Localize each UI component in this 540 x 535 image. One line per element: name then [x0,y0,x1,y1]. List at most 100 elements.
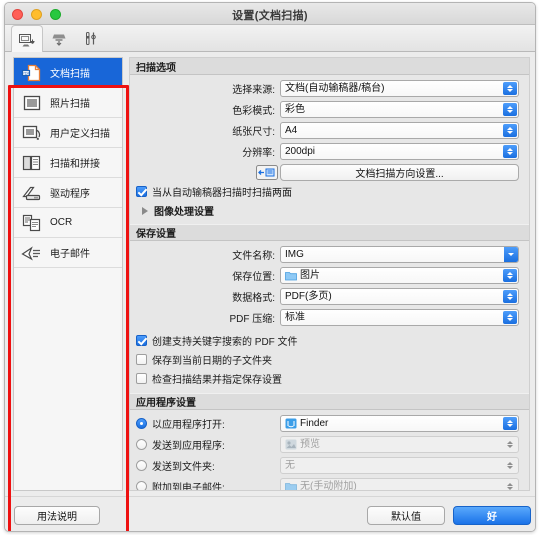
custom-scan-icon [19,122,45,144]
driver-icon [19,182,45,204]
send-to-folder-label: 发送到文件夹: [152,461,215,473]
color-mode-label: 色彩模式: [232,105,275,117]
pdf-compression-label: PDF 压缩: [229,313,275,325]
document-orientation-icon [254,164,280,180]
finder-icon [285,418,297,429]
dialog-footer: 用法说明 默认值 好 [5,496,535,531]
chevron-updown-icon [503,123,517,137]
sidebar-item-label: 照片扫描 [50,99,90,110]
printer-tab[interactable] [43,25,75,51]
sidebar-item-custom-scan[interactable]: 用户定义扫描 [14,118,122,148]
file-name-value: IMG [285,248,304,260]
sidebar-item-ocr[interactable]: OCR [14,208,122,238]
sidebar-item-label: OCR [50,217,73,228]
duplex-scan-checkbox-row[interactable]: 当从自动输稿器扫描时扫描两面 [130,184,529,199]
searchable-pdf-checkbox-row[interactable]: 创建支持关键字搜索的 PDF 文件 [130,333,529,348]
sidebar-item-photo-scan[interactable]: 照片扫描 [14,88,122,118]
chevron-updown-icon [503,438,517,451]
chevron-updown-icon [503,416,517,430]
save-location-dropdown[interactable]: 图片 [280,266,519,284]
file-name-input[interactable]: IMG [280,245,519,263]
attach-to-email-row: 附加到电子邮件: 无(手动附加) [130,477,529,491]
paper-size-dropdown[interactable]: A4 [280,121,519,139]
ok-button[interactable]: 好 [453,506,531,525]
date-subfolder-checkbox[interactable] [136,354,147,365]
category-sidebar[interactable]: PDF 文档扫描 照片扫描 用户定义扫描 扫描和拼接 驱动程序 OCR 电子邮件 [13,57,123,491]
file-name-label: 文件名称: [232,250,275,262]
date-subfolder-label: 保存到当前日期的子文件夹 [152,356,272,367]
document-scan-icon: PDF [19,62,45,84]
chevron-updown-icon [503,102,517,116]
send-to-folder-radio[interactable] [136,459,147,471]
application-settings-rows: 以应用程序打开: Finder 发送到应用程序: 预览 发送到文件夹: 无 附加… [130,410,529,491]
sidebar-item-scan-and-stitch[interactable]: 扫描和拼接 [14,148,122,178]
document-orientation-button[interactable]: 文档扫描方向设置... [280,163,519,181]
file-name-row: 文件名称: IMG [130,245,529,263]
attach-to-email-radio[interactable] [136,480,147,490]
resolution-dropdown[interactable]: 200dpi [280,142,519,160]
data-format-dropdown[interactable]: PDF(多页) [280,287,519,305]
attach-to-email-label: 附加到电子邮件: [152,482,225,491]
duplex-scan-checkbox[interactable] [136,186,147,197]
help-button[interactable]: 用法说明 [14,506,100,525]
open-with-app-radio-wrap[interactable]: 以应用程序打开: [130,416,280,431]
check-results-checkbox[interactable] [136,373,147,384]
save-location-label: 保存位置: [232,271,275,283]
sidebar-item-document-scan[interactable]: PDF 文档扫描 [14,58,122,88]
defaults-button[interactable]: 默认值 [367,506,445,525]
chevron-updown-icon [503,310,517,324]
sidebar-item-driver[interactable]: 驱动程序 [14,178,122,208]
folder-blue-icon [285,481,297,490]
sidebar-item-email[interactable]: 电子邮件 [14,238,122,268]
duplex-scan-label: 当从自动输稿器扫描时扫描两面 [152,188,292,199]
window-body: PDF 文档扫描 照片扫描 用户定义扫描 扫描和拼接 驱动程序 OCR 电子邮件… [5,52,535,531]
resolution-row: 分辨率: 200dpi [130,142,529,160]
tools-tab[interactable] [75,25,107,51]
sidebar-item-label: 电子邮件 [50,249,90,260]
send-to-folder-dropdown[interactable]: 无 [280,456,519,474]
check-results-label: 检查扫描结果并指定保存设置 [152,375,282,386]
scan-settings-tab[interactable] [11,25,43,52]
data-format-value: PDF(多页) [285,290,332,302]
open-with-app-dropdown[interactable]: Finder [280,414,519,432]
resolution-label: 分辨率: [242,147,275,159]
sidebar-item-label: 文档扫描 [50,69,90,80]
chevron-updown-icon [503,480,517,491]
select-source-label: 选择来源: [232,84,275,96]
send-to-app-dropdown[interactable]: 预览 [280,435,519,453]
attach-to-email-dropdown[interactable]: 无(手动附加) [280,477,519,491]
select-source-dropdown[interactable]: 文档(自动输稿器/稿台) [280,79,519,97]
send-to-folder-radio-wrap[interactable]: 发送到文件夹: [130,458,280,473]
save-settings-rows: 文件名称: IMG 保存位置: 图片 数据格式: PDF(多页) PDF 压缩:… [130,241,529,393]
open-with-app-radio[interactable] [136,417,147,429]
send-to-app-label: 发送到应用程序: [152,440,225,452]
check-results-checkbox-row[interactable]: 检查扫描结果并指定保存设置 [130,371,529,386]
resolution-value: 200dpi [285,145,316,157]
send-to-app-radio[interactable] [136,438,147,450]
send-to-app-row: 发送到应用程序: 预览 [130,435,529,453]
send-to-folder-row: 发送到文件夹: 无 [130,456,529,474]
open-with-app-label: 以应用程序打开: [152,419,225,431]
preview-icon [285,439,297,450]
send-to-app-radio-wrap[interactable]: 发送到应用程序: [130,437,280,452]
image-processing-disclosure[interactable]: 图像处理设置 [130,203,529,218]
color-mode-row: 色彩模式: 彩色 [130,100,529,118]
chevron-updown-icon [503,459,517,472]
open-with-app-row: 以应用程序打开: Finder [130,414,529,432]
pdf-compression-dropdown[interactable]: 标准 [280,308,519,326]
attach-to-email-value: 无(手动附加) [300,480,357,491]
paper-size-value: A4 [285,124,298,136]
color-mode-dropdown[interactable]: 彩色 [280,100,519,118]
tools-icon [83,31,99,46]
select-source-value: 文档(自动输稿器/稿台) [285,82,385,94]
sidebar-item-label: 扫描和拼接 [50,159,100,170]
chevron-down-icon[interactable] [504,246,518,262]
data-format-label: 数据格式: [232,292,275,304]
scan-options-rows: 选择来源: 文档(自动输稿器/稿台) 色彩模式: 彩色 纸张尺寸: A4 分辨率… [130,75,529,224]
date-subfolder-checkbox-row[interactable]: 保存到当前日期的子文件夹 [130,352,529,367]
searchable-pdf-checkbox[interactable] [136,335,147,346]
scan-and-stitch-icon [19,152,45,174]
color-mode-value: 彩色 [285,103,305,115]
svg-text:PDF: PDF [22,70,31,75]
attach-to-email-radio-wrap[interactable]: 附加到电子邮件: [130,479,280,491]
